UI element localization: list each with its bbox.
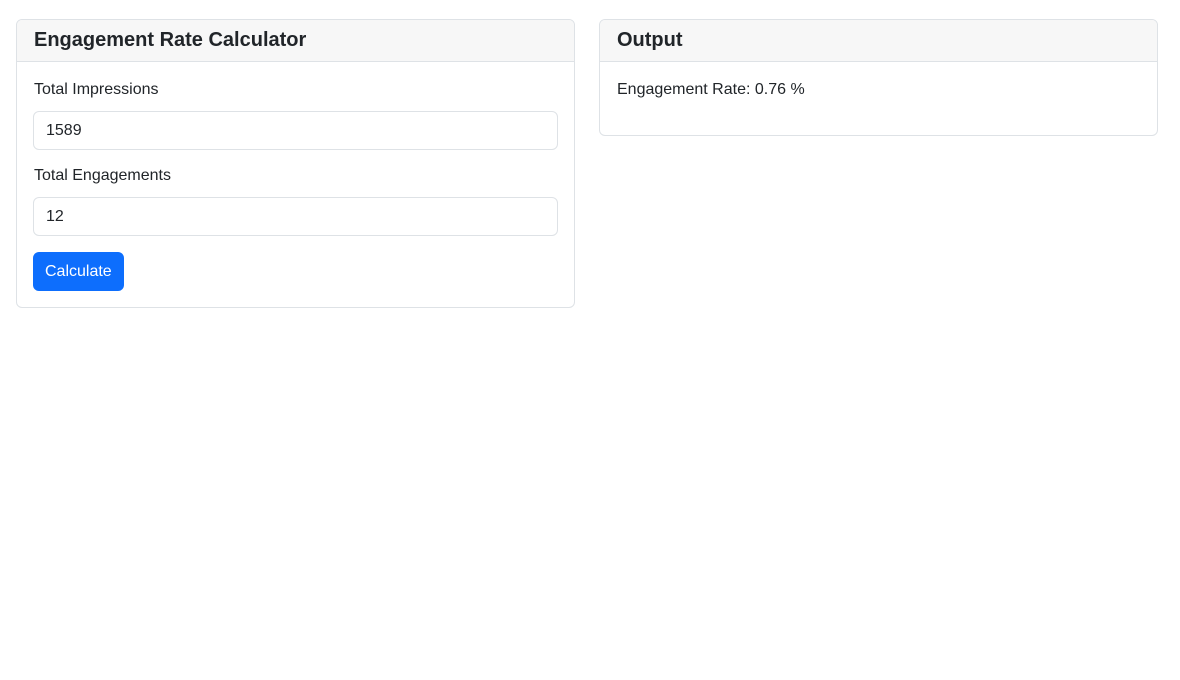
output-card: Output Engagement Rate: 0.76 %: [599, 19, 1158, 136]
result-label: Engagement Rate:: [617, 81, 751, 98]
calculate-button[interactable]: Calculate: [33, 252, 124, 291]
impressions-input[interactable]: [33, 111, 558, 150]
calculator-body: Total Impressions Total Engagements Calc…: [17, 62, 574, 307]
engagement-rate-result: Engagement Rate: 0.76 %: [617, 80, 1141, 100]
output-title: Output: [600, 20, 1157, 62]
output-body: Engagement Rate: 0.76 %: [600, 62, 1157, 116]
page: Engagement Rate Calculator Total Impress…: [0, 0, 1180, 680]
impressions-label: Total Impressions: [34, 81, 159, 98]
calculator-title: Engagement Rate Calculator: [17, 20, 574, 62]
result-value: 0.76: [754, 81, 787, 98]
calculator-card: Engagement Rate Calculator Total Impress…: [16, 19, 575, 308]
engagements-input[interactable]: [33, 197, 558, 236]
result-unit: %: [790, 81, 805, 98]
engagements-label: Total Engagements: [34, 167, 171, 184]
